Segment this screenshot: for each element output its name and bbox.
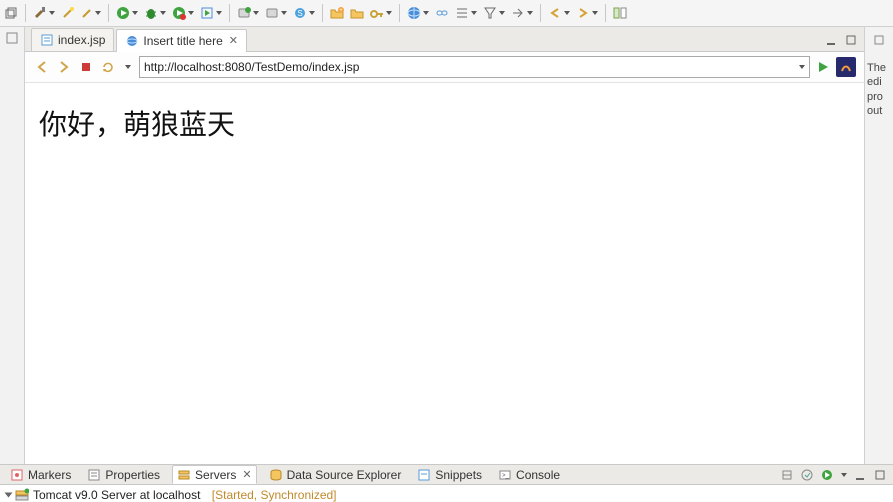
folder-open-icon[interactable] [348,2,366,24]
left-trim [0,27,25,464]
publish-icon[interactable] [800,468,814,482]
server-debug-icon[interactable] [263,2,289,24]
tab-label: Properties [105,468,160,482]
start-server-icon[interactable] [820,468,834,482]
right-trim: The edi pro out [865,27,893,464]
servers-view-content: Tomcat v9.0 Server at localhost [Started… [0,485,893,502]
maximize-view-icon[interactable] [844,33,858,47]
perspective-icon[interactable] [611,2,629,24]
run-config-icon[interactable] [198,2,224,24]
markers-icon [10,468,24,482]
maximize-bottom-icon[interactable] [873,468,887,482]
nav-refresh-icon[interactable] [99,58,117,76]
tab-data-source-explorer[interactable]: Data Source Explorer [265,466,406,483]
browser-toolbar: http://localhost:8080/TestDemo/index.jsp [25,52,864,83]
url-text: http://localhost:8080/TestDemo/index.jsp [144,60,359,74]
back-icon[interactable] [546,2,572,24]
tab-label: Servers [195,468,236,482]
tab-label: index.jsp [58,33,105,47]
forward-icon[interactable] [574,2,600,24]
nav-history-dropdown[interactable] [125,65,131,69]
new-server-icon[interactable]: S [291,2,317,24]
url-input[interactable]: http://localhost:8080/TestDemo/index.jsp [139,56,810,78]
minimize-bottom-icon[interactable] [853,468,867,482]
tab-browser[interactable]: Insert title here ✕ [116,29,247,52]
database-icon [269,468,283,482]
tab-properties[interactable]: Properties [83,466,164,483]
hammer-icon[interactable] [31,2,57,24]
snippets-icon [417,468,431,482]
wand-icon[interactable] [59,2,77,24]
properties-icon [87,468,101,482]
page-body-text: 你好，萌狼蓝天 [39,110,235,141]
server-start-icon[interactable] [235,2,261,24]
svg-text:>_: >_ [502,473,510,479]
jsp-file-icon [40,33,54,47]
tab-console[interactable]: >_ Console [494,466,564,483]
tab-label: Snippets [435,468,482,482]
folder-new-icon[interactable]: + [328,2,346,24]
editor-tab-bar: index.jsp Insert title here ✕ [25,27,864,52]
key-icon[interactable] [368,2,394,24]
globe-icon[interactable] [405,2,431,24]
globe-small-icon [125,34,139,48]
wand-small-icon[interactable] [79,2,103,24]
run-last-icon[interactable] [170,2,196,24]
browser-viewport: 你好，萌狼蓝天 [25,83,864,464]
tab-markers[interactable]: Markers [6,466,75,483]
link-icon[interactable] [433,2,451,24]
svg-text:+: + [339,8,343,14]
outline-icon[interactable] [453,2,479,24]
debug-icon[interactable] [142,2,168,24]
link-with-editor-icon[interactable] [780,468,794,482]
outline-hint-text: The edi pro out [867,62,886,117]
nav-forward-icon[interactable] [55,58,73,76]
servers-icon [177,468,191,482]
minimize-view-icon[interactable] [824,33,838,47]
tab-index-jsp[interactable]: index.jsp [31,28,114,51]
run-icon[interactable] [114,2,140,24]
tab-label: Console [516,468,560,482]
go-icon[interactable] [814,58,832,76]
tab-servers[interactable]: Servers ✕ [172,465,257,484]
browser-engine-icon[interactable] [836,57,856,77]
server-name[interactable]: Tomcat v9.0 Server at localhost [33,488,200,502]
right-restore-icon[interactable] [872,33,886,47]
tab-label: Markers [28,468,71,482]
tab-close-icon[interactable]: ✕ [242,468,251,481]
tab-close-icon[interactable]: ✕ [229,34,238,48]
tomcat-server-icon [15,488,29,502]
nav-stop-icon[interactable] [77,58,95,76]
nav-back-icon[interactable] [33,58,51,76]
minimize-icon[interactable] [5,31,19,45]
bottom-view-tabs: Markers Properties Servers ✕ Data Source… [0,464,893,485]
tree-expand-icon[interactable] [5,493,13,498]
arrow-icon[interactable] [509,2,535,24]
main-toolbar: S + [0,0,893,27]
tab-label: Data Source Explorer [287,468,402,482]
svg-text:S: S [297,9,302,18]
restore-icon[interactable] [2,2,20,24]
filter-icon[interactable] [481,2,507,24]
tab-label: Insert title here [143,34,222,48]
url-dropdown-icon[interactable] [799,65,805,69]
server-menu-dropdown[interactable] [841,473,847,477]
server-status: [Started, Synchronized] [212,488,337,502]
console-icon: >_ [498,468,512,482]
tab-snippets[interactable]: Snippets [413,466,486,483]
